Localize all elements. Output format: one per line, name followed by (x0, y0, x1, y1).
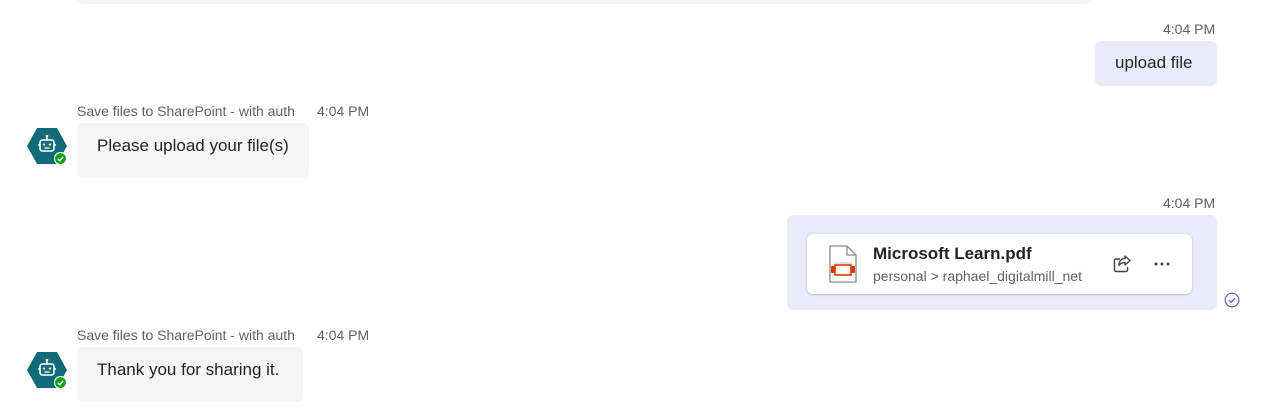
sender-name: Save files to SharePoint - with auth (77, 327, 295, 343)
more-horizontal-icon (1154, 262, 1170, 266)
share-button[interactable] (1108, 250, 1136, 278)
file-path: personal > raphael_digitalmill_net (873, 268, 1082, 284)
delivered-check-icon (1224, 292, 1240, 308)
message-timestamp: 4:04 PM (317, 327, 370, 343)
pdf-file-icon (829, 245, 857, 283)
bot-avatar[interactable] (27, 352, 67, 393)
message-timestamp: 4:04 PM (1163, 21, 1216, 37)
message-text: Thank you for sharing it. (97, 360, 280, 379)
file-name[interactable]: Microsoft Learn.pdf (873, 244, 1032, 264)
share-icon (1113, 255, 1131, 273)
presence-available-icon (54, 376, 67, 389)
message-text: upload file (1115, 53, 1193, 72)
file-attachment-card[interactable]: Microsoft Learn.pdf personal > raphael_d… (807, 234, 1192, 294)
previous-message-bubble (77, 0, 1091, 4)
message-text: Please upload your file(s) (97, 136, 289, 155)
incoming-message-bubble[interactable]: Please upload your file(s) (77, 123, 309, 178)
message-timestamp: 4:04 PM (317, 103, 370, 119)
sender-name: Save files to SharePoint - with auth (77, 103, 295, 119)
incoming-message-bubble[interactable]: Thank you for sharing it. (77, 347, 303, 402)
message-timestamp: 4:04 PM (1163, 195, 1216, 211)
more-options-button[interactable] (1148, 250, 1176, 278)
bot-avatar[interactable] (27, 128, 67, 169)
outgoing-message-bubble[interactable]: upload file (1095, 41, 1217, 86)
presence-available-icon (54, 152, 67, 165)
